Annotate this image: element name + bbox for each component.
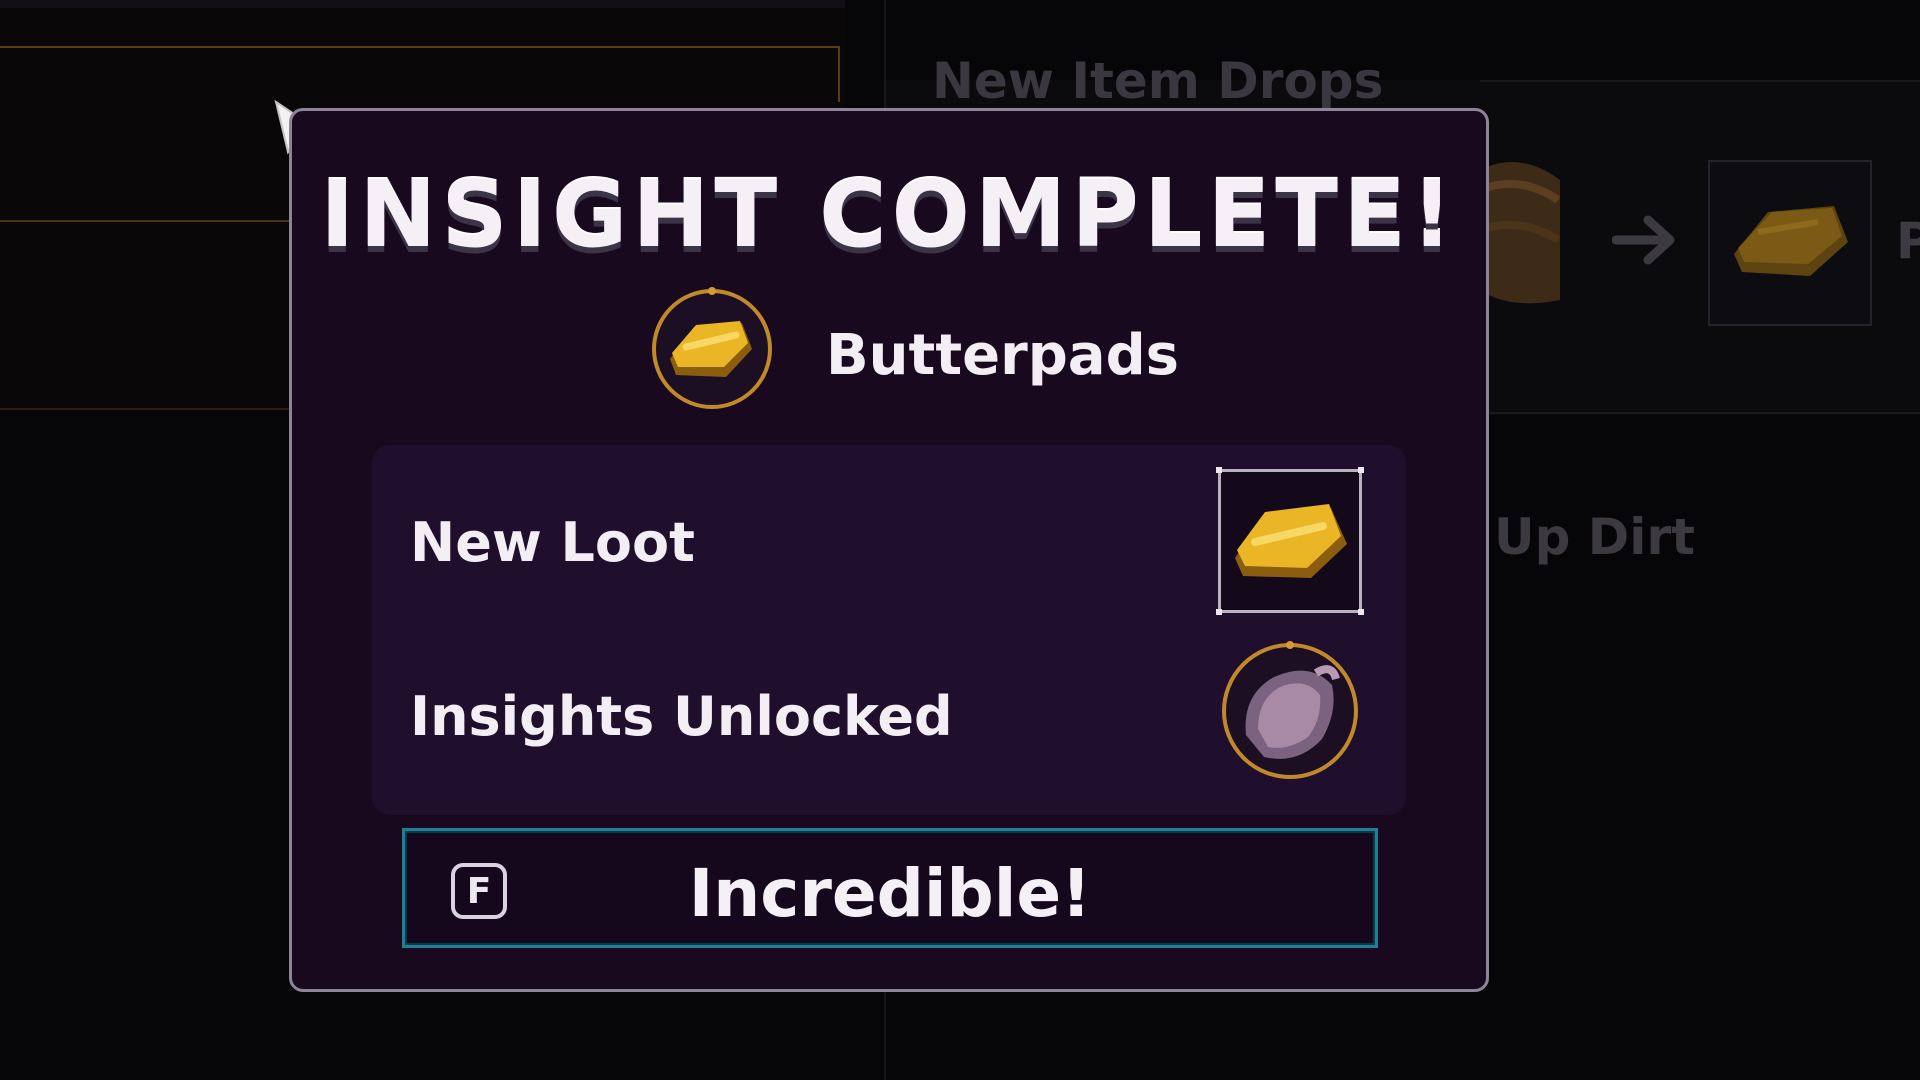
insights-unlocked-label: Insights Unlocked — [410, 685, 953, 748]
meat-chunk-icon[interactable] — [1218, 639, 1362, 783]
insight-name: Butterpads — [826, 323, 1179, 388]
butterpad-icon — [652, 287, 772, 409]
background-top-stripe — [0, 0, 845, 8]
insight-complete-dialog: Insight Complete! Butterpads New Loot In… — [289, 108, 1489, 992]
background-gold-line — [0, 46, 840, 48]
background-divider — [1490, 412, 1920, 414]
background-gold-line — [0, 408, 300, 410]
dialog-title: Insight Complete! — [320, 161, 1458, 268]
background-gold-line — [838, 46, 840, 102]
rewards-panel: New Loot Insights Unlocked — [372, 445, 1406, 815]
new-loot-slot[interactable] — [1216, 467, 1364, 615]
slot-corner — [1358, 467, 1364, 473]
slot-corner — [1216, 467, 1222, 473]
slot-corner — [1358, 609, 1364, 615]
butterpad-icon — [1734, 206, 1848, 276]
new-item-drops-heading: New Item Drops — [932, 52, 1384, 110]
background-divider — [1480, 80, 1920, 82]
new-loot-label: New Loot — [410, 511, 695, 574]
partial-item-label: P — [1896, 212, 1920, 270]
background-gold-line — [0, 220, 300, 222]
dirt-pile-icon — [1478, 150, 1561, 314]
incredible-button-label: Incredible! — [688, 855, 1092, 932]
incredible-button[interactable]: F Incredible! — [402, 828, 1378, 948]
item-drop-slot — [1708, 160, 1872, 326]
right-arrow-icon — [1611, 212, 1682, 278]
slot-corner — [1216, 609, 1222, 615]
partial-list-item: Up Dirt — [1494, 508, 1696, 566]
butterpad-icon — [1235, 504, 1347, 578]
